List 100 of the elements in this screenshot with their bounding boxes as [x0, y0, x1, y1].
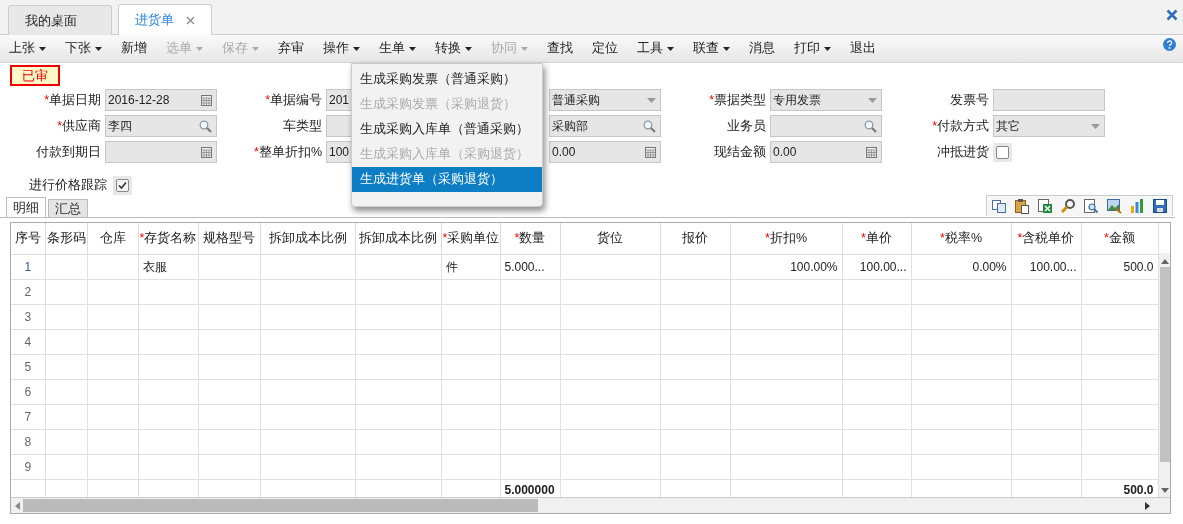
- help-icon[interactable]: [1163, 38, 1176, 51]
- field-label: 进行价格跟踪: [29, 176, 107, 194]
- toolbar-button[interactable]: 生单: [372, 37, 423, 60]
- field-label: *单据日期: [44, 91, 101, 109]
- search-icon[interactable]: [199, 119, 212, 133]
- caret-icon: [667, 46, 674, 51]
- column-header[interactable]: *金额: [1104, 231, 1135, 245]
- column-header[interactable]: *税率%: [940, 231, 982, 245]
- table-cell: 100.00...: [859, 260, 907, 274]
- toolbar-button[interactable]: 退出: [843, 37, 883, 60]
- tab[interactable]: 进货单: [118, 4, 212, 35]
- column-header[interactable]: *采购单位: [442, 231, 499, 245]
- toolbar-button[interactable]: 定位: [585, 37, 625, 60]
- input-field[interactable]: [105, 141, 217, 163]
- column-header[interactable]: *数量: [514, 231, 546, 245]
- horizontal-scrollbar[interactable]: [11, 497, 1170, 513]
- clipboard-icon[interactable]: [1014, 198, 1030, 214]
- row-number: 8: [24, 435, 32, 449]
- status-badge: 已审: [10, 64, 60, 86]
- save-icon[interactable]: [1152, 198, 1168, 214]
- calendar-icon[interactable]: [645, 146, 656, 158]
- table-cell: 件: [445, 259, 458, 274]
- input-field[interactable]: 李四: [105, 115, 217, 137]
- column-header[interactable]: 序号: [14, 231, 41, 245]
- table-cell: 500.0: [1123, 260, 1154, 274]
- menu-item[interactable]: 生成进货单（采购退货）: [352, 167, 542, 192]
- field-label: *供应商: [57, 117, 101, 135]
- toolbar-button[interactable]: 联查: [686, 37, 737, 60]
- column-header[interactable]: 货位: [597, 231, 623, 245]
- toolbar-button[interactable]: 下张: [58, 37, 109, 60]
- column-header[interactable]: *折扣%: [765, 231, 807, 245]
- toolbar-button[interactable]: 查找: [540, 37, 580, 60]
- menu-item[interactable]: 生成采购发票（普通采购）: [352, 67, 542, 92]
- toolbar-button[interactable]: 打印: [787, 37, 838, 60]
- caret-icon[interactable]: [647, 97, 656, 103]
- input-field[interactable]: 专用发票: [770, 89, 882, 111]
- caret-icon: [252, 46, 259, 51]
- row-number: 4: [24, 335, 32, 349]
- calendar-icon[interactable]: [201, 146, 212, 158]
- caret-icon: [521, 46, 528, 51]
- input-field[interactable]: 采购部: [549, 115, 661, 137]
- search-icon[interactable]: [643, 119, 656, 133]
- toolbar-button[interactable]: 工具: [630, 37, 681, 60]
- tab[interactable]: 我的桌面: [8, 5, 112, 35]
- input-field[interactable]: 2016-12-28: [105, 89, 217, 111]
- arrow-right-icon[interactable]: [1145, 501, 1150, 510]
- toolbar-button[interactable]: 消息: [742, 37, 782, 60]
- column-header[interactable]: 拆卸成本比例: [359, 231, 437, 245]
- input-field[interactable]: 其它: [993, 115, 1105, 137]
- table-cell: 5.000...: [504, 260, 545, 274]
- input-field[interactable]: [993, 89, 1105, 111]
- caret-icon: [723, 46, 730, 51]
- calendar-icon[interactable]: [201, 94, 212, 106]
- toolbar-button[interactable]: 上张: [2, 37, 53, 60]
- bar-chart-icon[interactable]: [1129, 198, 1145, 214]
- row-number: 6: [24, 385, 32, 399]
- search-icon[interactable]: [864, 119, 877, 133]
- total-cell: 5.000000: [504, 482, 555, 497]
- checkmark-icon: [118, 180, 127, 190]
- close-icon[interactable]: [186, 15, 195, 25]
- copy-icon[interactable]: [991, 198, 1007, 214]
- column-header[interactable]: *含税单价: [1017, 231, 1075, 245]
- column-header[interactable]: 拆卸成本比例: [268, 231, 347, 245]
- caret-icon: [95, 46, 102, 51]
- toolbar-button[interactable]: 弃审: [271, 37, 311, 60]
- input-field[interactable]: 0.00: [770, 141, 882, 163]
- caret-icon: [39, 46, 46, 51]
- checkbox[interactable]: [993, 142, 1012, 162]
- column-header[interactable]: *存货名称: [139, 231, 197, 245]
- arrow-down-icon[interactable]: [1161, 488, 1169, 493]
- arrow-left-icon[interactable]: [15, 501, 20, 510]
- toolbar-button[interactable]: 操作: [316, 37, 367, 60]
- calendar-icon[interactable]: [866, 146, 877, 158]
- image-search-icon[interactable]: [1106, 198, 1122, 214]
- preview-icon[interactable]: [1083, 198, 1099, 214]
- caret-icon[interactable]: [868, 97, 877, 103]
- toolbar-button[interactable]: 转换: [428, 37, 479, 60]
- caret-icon[interactable]: [1091, 123, 1100, 129]
- caret-icon: [824, 46, 831, 51]
- input-field[interactable]: 0.00: [549, 141, 661, 163]
- table-cell: 100.00%: [790, 260, 838, 274]
- column-header[interactable]: 仓库: [99, 231, 126, 245]
- column-header[interactable]: 报价: [682, 231, 708, 245]
- menu-item[interactable]: 生成采购入库单（普通采购）: [352, 117, 542, 142]
- field-label: 业务员: [727, 117, 766, 135]
- field-label: 车类型: [283, 117, 322, 135]
- arrow-up-icon[interactable]: [1161, 259, 1169, 264]
- caret-icon: [196, 46, 203, 51]
- field-label: *票据类型: [709, 91, 766, 109]
- column-header[interactable]: *单价: [861, 231, 892, 245]
- input-field[interactable]: [770, 115, 882, 137]
- column-header[interactable]: 条形码: [46, 231, 86, 245]
- spreadsheet-icon[interactable]: [1037, 198, 1053, 214]
- tab[interactable]: 明细: [6, 197, 46, 217]
- column-header[interactable]: 规格型号: [203, 231, 255, 245]
- checkbox[interactable]: [113, 175, 132, 195]
- tab[interactable]: 汇总: [48, 199, 88, 217]
- close-icon[interactable]: [1166, 9, 1178, 21]
- input-field[interactable]: 普通采购: [549, 89, 661, 111]
- toolbar-button[interactable]: 新增: [114, 37, 154, 60]
